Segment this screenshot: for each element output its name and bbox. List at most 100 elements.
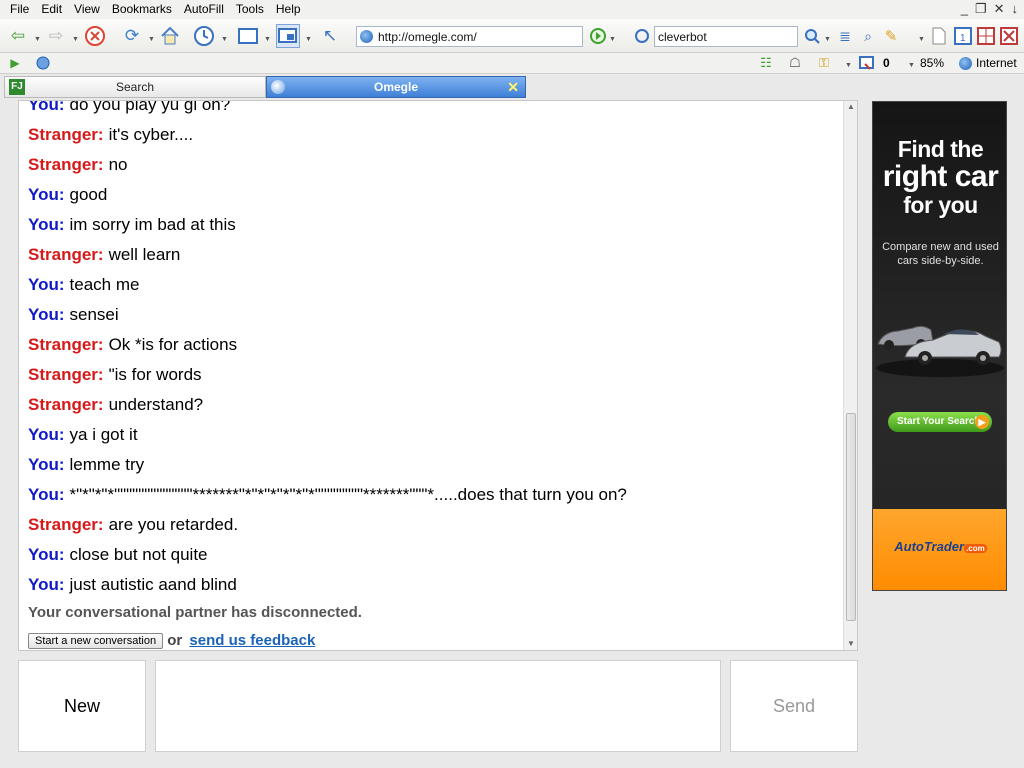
address-text: http://omegle.com/: [378, 30, 477, 44]
scroll-down-icon[interactable]: ▼: [847, 639, 855, 648]
search-icon[interactable]: [800, 24, 824, 48]
ad-cta-button[interactable]: Start Your Search ▶: [888, 412, 992, 432]
cursor-icon[interactable]: ↖: [318, 24, 342, 48]
search-input[interactable]: cleverbot: [654, 26, 798, 47]
popup-blocker-icon[interactable]: [857, 53, 877, 73]
chat-message: Stranger: "is for words: [28, 360, 838, 390]
zoom-dropdown-icon[interactable]: ▼: [908, 62, 915, 69]
omegle-tab-icon: [271, 80, 285, 94]
panel-toggle-icon[interactable]: ▶: [6, 53, 24, 73]
home-icon[interactable]: [158, 24, 182, 48]
menu-autofill[interactable]: AutoFill: [178, 2, 230, 16]
chat-log[interactable]: You: do you play yu gi oh? Stranger: it's c…: [18, 100, 858, 651]
network-icon[interactable]: ☷: [756, 53, 776, 73]
popup-dropdown-icon[interactable]: ▼: [305, 36, 312, 43]
chat-message: You: teach me: [28, 270, 838, 300]
menu-help[interactable]: Help: [270, 2, 307, 16]
ad-brand-suffix: .com: [964, 544, 987, 553]
down-arrow-icon[interactable]: ↓: [1012, 1, 1019, 17]
cascade-view-icon[interactable]: [997, 24, 1021, 48]
ad-cta-label: Start Your Search: [897, 416, 981, 427]
menu-file[interactable]: File: [4, 2, 35, 16]
autotrader-logo: AutoTrader .com: [873, 539, 1006, 554]
blank-page-icon[interactable]: [927, 24, 951, 48]
history-dropdown-icon[interactable]: ▼: [221, 36, 228, 43]
tab-search[interactable]: FJ Search: [4, 76, 266, 98]
message-text: no: [108, 155, 128, 174]
fj-tab-icon: FJ: [9, 79, 25, 95]
minimize-icon[interactable]: _: [961, 1, 968, 17]
chat-message: You: do you play yu gi oh?: [28, 100, 838, 120]
message-text: *"*"*"*"""""""""""""*******"*"*"*"*"*"*"…: [69, 485, 627, 504]
svg-text:1: 1: [960, 33, 966, 44]
history-icon[interactable]: [192, 24, 216, 48]
page-icon[interactable]: ≣: [833, 24, 857, 48]
go-icon[interactable]: [586, 24, 610, 48]
address-bar[interactable]: http://omegle.com/: [356, 26, 583, 47]
tab-search-label: Search: [115, 80, 155, 94]
restore-icon[interactable]: ❐: [975, 1, 987, 17]
scroll-up-icon[interactable]: ▲: [847, 102, 855, 111]
search-dropdown-icon[interactable]: ▼: [824, 36, 831, 43]
zoom-level[interactable]: 85%: [920, 56, 944, 70]
tab-bar: FJ Search Omegle ✕: [0, 74, 1024, 100]
globe-icon[interactable]: [34, 53, 52, 73]
menu-view[interactable]: View: [68, 2, 106, 16]
popup-icon[interactable]: [276, 24, 300, 48]
chat-scrollbar[interactable]: ▲ ▼: [843, 101, 857, 650]
go-dropdown-icon[interactable]: ▼: [609, 36, 616, 43]
refresh-icon[interactable]: ⟳: [120, 24, 144, 48]
or-text: or: [167, 632, 183, 649]
single-view-icon[interactable]: 1: [951, 24, 975, 48]
scroll-thumb[interactable]: [846, 413, 856, 621]
message-sender: Stranger:: [28, 125, 104, 144]
search-text: cleverbot: [658, 30, 707, 44]
close-window-icon[interactable]: ✕: [994, 1, 1005, 17]
chat-message: Stranger: are you retarded.: [28, 510, 838, 540]
menu-bookmarks[interactable]: Bookmarks: [106, 2, 178, 16]
toolbar-dropdown-icon[interactable]: ▼: [918, 36, 925, 43]
popup-blocker-dropdown-icon[interactable]: ▼: [845, 62, 852, 69]
autotrader-ad[interactable]: Find the right car for you Compare new a…: [872, 101, 1007, 591]
feedback-link[interactable]: send us feedback: [189, 632, 315, 649]
menu-tools[interactable]: Tools: [230, 2, 270, 16]
message-sender: You:: [28, 275, 65, 294]
disconnect-status: Your conversational partner has disconne…: [28, 604, 362, 621]
message-text: ya i got it: [69, 425, 138, 444]
forward-icon[interactable]: ⇨: [44, 24, 68, 48]
message-text: well learn: [108, 245, 181, 264]
message-text: good: [69, 185, 108, 204]
find-icon[interactable]: ⌕: [856, 24, 880, 48]
ad-headline: Find the right car for you: [873, 135, 1006, 219]
message-sender: Stranger:: [28, 245, 104, 264]
highlighter-icon[interactable]: ✎: [879, 24, 903, 48]
forward-dropdown-icon[interactable]: ▼: [72, 36, 79, 43]
back-dropdown-icon[interactable]: ▼: [34, 36, 41, 43]
tab-omegle[interactable]: Omegle ✕: [266, 76, 526, 98]
start-new-conversation-button[interactable]: Start a new conversation: [28, 633, 164, 650]
message-text: teach me: [69, 275, 140, 294]
new-window-icon[interactable]: [236, 24, 260, 48]
search-engine-icon[interactable]: [630, 24, 654, 48]
back-icon[interactable]: ⇦: [6, 24, 30, 48]
tile-view-icon[interactable]: [974, 24, 998, 48]
new-button[interactable]: New: [18, 660, 146, 752]
message-text: sensei: [69, 305, 119, 324]
stop-icon[interactable]: [83, 24, 107, 48]
blocked-count: 0: [883, 56, 890, 70]
refresh-dropdown-icon[interactable]: ▼: [148, 36, 155, 43]
window-controls: _ ❐ ✕ ↓: [961, 1, 1018, 17]
close-tab-icon[interactable]: ✕: [507, 77, 519, 97]
message-text: im sorry im bad at this: [69, 215, 236, 234]
message-list: You: do you play yu gi oh? Stranger: it's c…: [28, 100, 838, 650]
message-text: do you play yu gi oh?: [69, 100, 231, 114]
lock-icon[interactable]: ⚿: [814, 53, 834, 73]
message-input[interactable]: [155, 660, 721, 752]
message-text: Ok *is for actions: [108, 335, 238, 354]
menu-edit[interactable]: Edit: [35, 2, 68, 16]
chat-message: You: ya i got it: [28, 420, 838, 450]
computer-icon[interactable]: ☖: [785, 53, 805, 73]
message-sender: You:: [28, 575, 65, 594]
send-button[interactable]: Send: [730, 660, 858, 752]
new-window-dropdown-icon[interactable]: ▼: [264, 36, 271, 43]
